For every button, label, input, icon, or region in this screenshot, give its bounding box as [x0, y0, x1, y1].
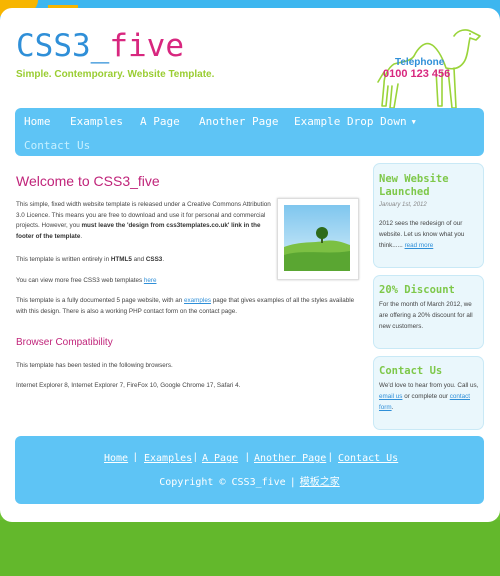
chevron-down-icon: ▼ [411, 118, 416, 126]
copyright-text: Copyright © CSS3_five [159, 477, 286, 488]
news-title: New Website Launched [379, 173, 449, 198]
site-slogan: Simple. Contemporary. Website Template. [16, 69, 215, 80]
intro-paragraph: This simple, fixed width website templat… [16, 200, 274, 243]
contact-text: We'd love to hear from you. Call us, ema… [379, 381, 481, 413]
menu-item-another-page[interactable]: Another Page [199, 115, 278, 128]
copyright-separator: | [289, 477, 296, 488]
email-us-link[interactable]: email us [379, 393, 402, 400]
browsers-intro: This template has been tested in the fol… [16, 362, 173, 369]
contact-title: Contact Us [379, 365, 443, 377]
footer-separator: | [246, 452, 249, 463]
intro-end: . [80, 233, 83, 241]
footer-separator: | [134, 452, 137, 463]
examples-link[interactable]: examples [184, 297, 211, 304]
news-date: January 1st, 2012 [379, 202, 427, 208]
main-menu: Home Examples A Page Another Page Exampl… [15, 108, 484, 156]
read-more-link[interactable]: read more [405, 242, 434, 249]
telephone-number: 0100 123 456 [383, 68, 451, 80]
footer-link-a-page[interactable]: A Page [202, 453, 238, 464]
footer-link-contact-us[interactable]: Contact Us [338, 453, 398, 464]
discount-text: For the month of March 2012, we are offe… [379, 301, 473, 330]
discount-title: 20% Discount [379, 284, 455, 296]
sidebar-contact-box: Contact Us We'd love to hear from you. C… [373, 356, 484, 430]
contact-text-1: We'd love to hear from you. Call us, [379, 382, 479, 389]
documentation-paragraph: This template is a fully documented 5 pa… [16, 296, 356, 317]
footer-separator: | [194, 452, 197, 463]
documentation-text: This template is a fully documented 5 pa… [16, 297, 185, 304]
menu-item-home[interactable]: Home [24, 115, 51, 128]
menu-item-example-drop-down[interactable]: Example Drop Down ▼ [294, 115, 416, 128]
html5-paragraph: This template is written entirely in HTM… [16, 255, 356, 266]
browsers-list: Internet Explorer 8, Internet Explorer 7… [16, 382, 241, 389]
templates-here-link[interactable]: here [144, 277, 157, 284]
sidebar-discount-box: 20% Discount For the month of March 2012… [373, 275, 484, 349]
templates-text: You can view more free CSS3 web template… [16, 277, 144, 284]
site-title[interactable]: CSS3_five [16, 28, 184, 64]
page-heading: Welcome to CSS3_five [16, 173, 160, 189]
news-text: 2012 sees the redesign of our website. L… [379, 219, 481, 251]
sample-image-frame [277, 198, 359, 280]
footer-separator: | [329, 452, 332, 463]
contact-text-3: . [391, 403, 394, 411]
menu-item-contact-us[interactable]: Contact Us [24, 139, 90, 152]
grass-background-lower [0, 520, 500, 576]
menu-item-examples[interactable]: Examples [70, 115, 123, 128]
sidebar-news-box: New Website Launched January 1st, 2012 2… [373, 163, 484, 268]
site-title-accent: five [109, 28, 184, 64]
telephone-label: Telephone [395, 57, 445, 68]
browser-compatibility-heading: Browser Compatibility [16, 337, 113, 348]
contact-text-2: or complete our [402, 392, 450, 400]
site-title-main: CSS3_ [16, 28, 110, 64]
credit-link[interactable]: 模板之家 [300, 477, 340, 488]
footer-link-home[interactable]: Home [104, 453, 128, 464]
footer: Home | Examples | A Page | Another Page … [15, 436, 484, 504]
menu-item-example-drop-down-label: Example Drop Down [294, 115, 407, 128]
copyright: Copyright © CSS3_five | 模板之家 [15, 473, 484, 488]
footer-link-examples[interactable]: Examples [144, 453, 192, 464]
html5-end: . [162, 256, 165, 263]
footer-link-another-page[interactable]: Another Page [254, 453, 326, 464]
menu-item-a-page[interactable]: A Page [140, 115, 180, 128]
html5-and: and [131, 256, 146, 263]
html5-bold: HTML5 [110, 256, 132, 263]
templates-paragraph: You can view more free CSS3 web template… [16, 276, 356, 287]
css3-bold: CSS3 [145, 256, 163, 263]
html5-text: This template is written entirely in [16, 256, 111, 263]
